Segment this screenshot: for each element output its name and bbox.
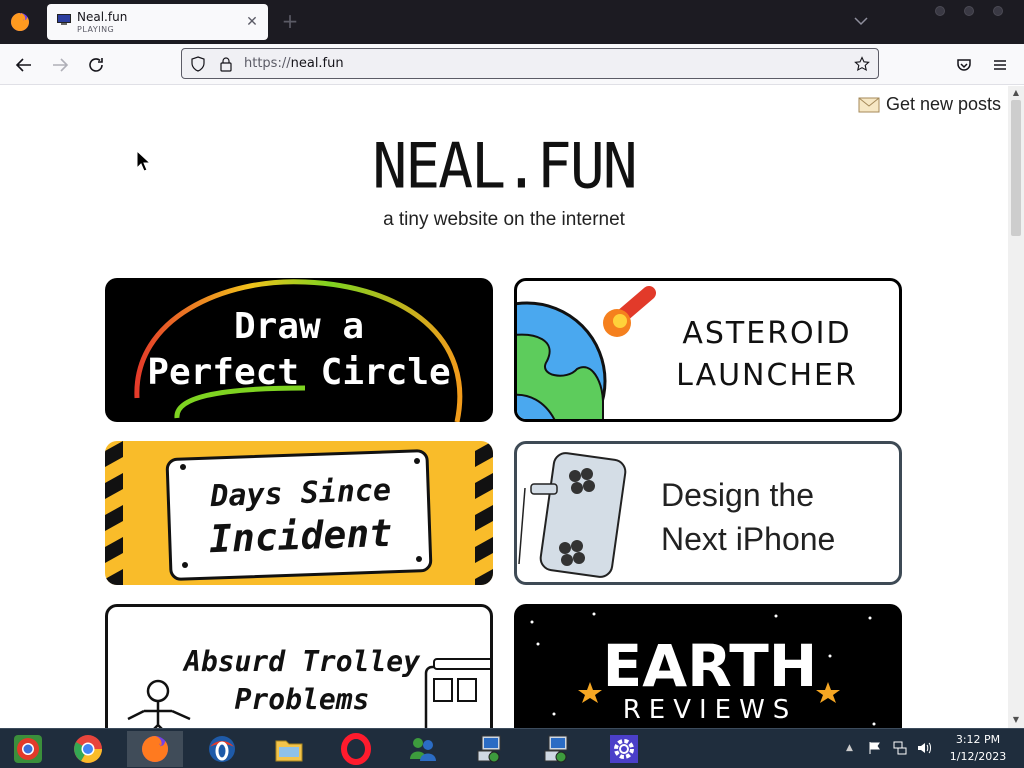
card-line1: EARTH — [603, 632, 818, 700]
bookmark-star-icon[interactable] — [854, 56, 870, 72]
taskbar-opera-o[interactable] — [194, 731, 250, 767]
reload-icon[interactable] — [84, 53, 108, 77]
browser-tab-neal-fun[interactable]: Neal.fun PLAYING ✕ — [47, 4, 268, 40]
page-scrollbar[interactable]: ▲ ▼ — [1008, 86, 1024, 728]
card-line2: Problems — [235, 683, 370, 716]
forward-arrow-icon[interactable] — [48, 53, 72, 77]
card-line2: LAUNCHER — [676, 358, 858, 393]
scrollbar-thumb[interactable] — [1011, 100, 1021, 236]
settings-gear-icon — [610, 735, 638, 763]
page-viewport: Get new posts NEAL.FUN a tiny website on… — [0, 86, 1008, 728]
network-computer-icon — [477, 735, 501, 763]
close-window-button[interactable] — [993, 6, 1003, 16]
site-subtitle: a tiny website on the internet — [383, 209, 625, 230]
back-arrow-icon[interactable] — [12, 53, 36, 77]
card-line1: ASTEROID — [682, 316, 851, 351]
card-art-asteroid: ASTEROID LAUNCHER — [517, 286, 858, 419]
taskbar-opera[interactable] — [328, 731, 384, 767]
scroll-down-arrow-icon[interactable]: ▼ — [1012, 716, 1020, 724]
new-tab-button[interactable]: + — [280, 11, 300, 31]
pocket-icon[interactable] — [952, 53, 976, 77]
tab-title: Neal.fun — [77, 10, 128, 24]
opera-icon — [341, 733, 371, 765]
taskbar-settings[interactable] — [596, 731, 652, 767]
taskbar-firefox[interactable] — [127, 731, 183, 767]
windows-taskbar: ▲ 3:12 PM 1/12/2023 — [0, 728, 1024, 768]
card-line2: REVIEWS — [623, 695, 798, 725]
tab-playing-label: PLAYING — [77, 25, 115, 34]
taskbar-file-explorer[interactable] — [261, 731, 317, 767]
firefox-menu-icon[interactable] — [10, 12, 30, 32]
browser-tab-strip: Neal.fun PLAYING ✕ + — [0, 0, 1024, 44]
taskbar-network-computer-1[interactable] — [462, 731, 518, 767]
card-art-earth-reviews: EARTH REVIEWS — [530, 612, 876, 726]
taskbar-chrome[interactable] — [60, 731, 116, 767]
padlock-icon[interactable] — [218, 56, 234, 72]
address-bar[interactable]: https://neal.fun — [181, 48, 879, 79]
taskbar-messenger[interactable] — [395, 731, 451, 767]
computer-favicon-icon — [57, 14, 71, 25]
network-tray-icon[interactable] — [893, 741, 907, 755]
opera-o-icon — [209, 736, 235, 762]
card-design-next-iphone[interactable]: Design the Next iPhone — [514, 441, 902, 585]
envelope-icon — [858, 97, 880, 113]
firefox-icon — [142, 736, 168, 762]
card-line2: Incident — [208, 511, 392, 561]
hamburger-menu-icon[interactable] — [988, 53, 1012, 77]
card-asteroid-launcher[interactable]: ASTEROID LAUNCHER — [514, 278, 902, 422]
clock-time[interactable]: 3:12 PM — [930, 733, 1024, 746]
minimize-window-button[interactable] — [935, 6, 945, 16]
list-all-tabs-icon[interactable] — [852, 14, 870, 28]
chrome-icon — [74, 735, 102, 763]
card-line1: Absurd Trolley — [182, 645, 421, 678]
card-earth-reviews[interactable]: EARTH REVIEWS — [514, 604, 902, 728]
card-art-trolley: Absurd Trolley Problems — [127, 645, 490, 728]
card-line2: Perfect Circle — [147, 352, 450, 393]
get-new-posts-label: Get new posts — [886, 94, 1002, 114]
url-host: neal.fun — [290, 56, 344, 71]
card-art-iphone: Design the Next iPhone — [518, 452, 835, 578]
site-title: NEAL.FUN — [372, 129, 637, 203]
card-line1: Days Since — [209, 473, 392, 514]
clock-date[interactable]: 1/12/2023 — [930, 750, 1024, 763]
navigation-toolbar: https://neal.fun — [0, 44, 1024, 85]
close-tab-icon[interactable]: ✕ — [244, 14, 260, 30]
show-hidden-icons-chevron-icon[interactable]: ▲ — [846, 741, 860, 755]
network-computer-icon — [544, 735, 568, 763]
volume-speaker-icon[interactable] — [917, 741, 931, 755]
taskbar-network-computer-2[interactable] — [529, 731, 585, 767]
card-line2: Next iPhone — [661, 521, 835, 557]
action-center-flag-icon[interactable] — [868, 741, 882, 755]
msn-messenger-icon — [410, 738, 436, 761]
card-draw-perfect-circle[interactable]: Draw a Perfect Circle — [105, 278, 493, 422]
url-scheme: https:// — [244, 56, 291, 71]
url-text: https://neal.fun — [244, 56, 344, 71]
card-days-since-incident[interactable]: Days Since Incident — [105, 441, 493, 585]
card-art-circle: Draw a Perfect Circle — [134, 279, 463, 422]
card-absurd-trolley-problems[interactable]: Absurd Trolley Problems — [105, 604, 493, 728]
tracking-shield-icon[interactable] — [190, 56, 206, 72]
file-explorer-icon — [275, 740, 303, 762]
chrome-old-icon — [14, 735, 42, 763]
card-art-hazard-sign: Days Since Incident — [105, 441, 493, 585]
taskbar-chrome-old[interactable] — [0, 731, 56, 767]
card-line1: Design the — [661, 477, 814, 513]
maximize-window-button[interactable] — [964, 6, 974, 16]
card-line1: Draw a — [234, 306, 364, 347]
scroll-up-arrow-icon[interactable]: ▲ — [1012, 89, 1020, 97]
